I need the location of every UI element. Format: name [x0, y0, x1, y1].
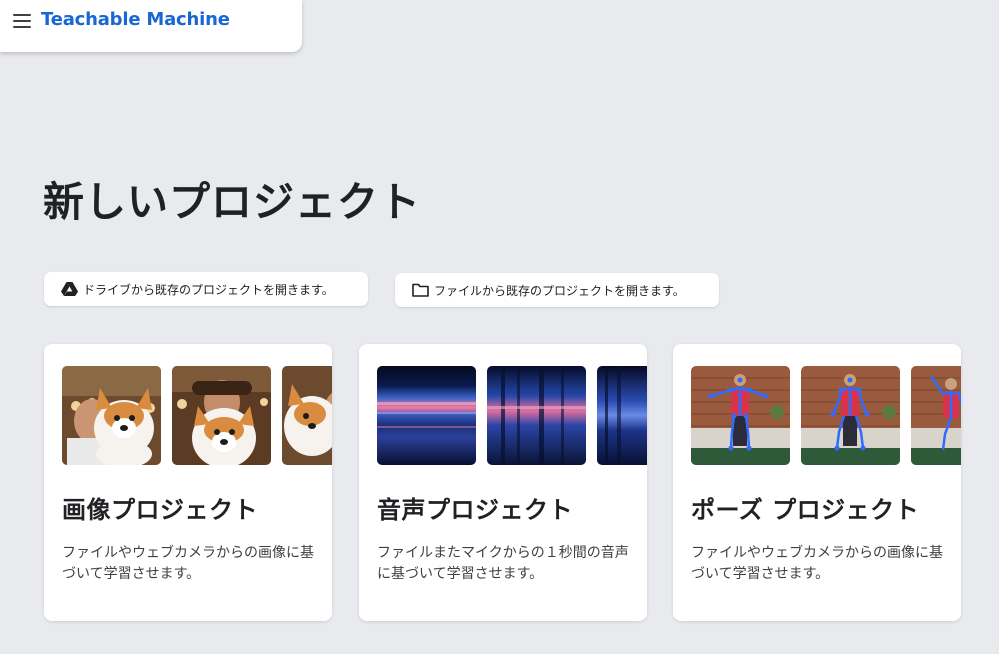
pose-sample-thumbnail: [801, 366, 900, 465]
google-drive-icon: [61, 282, 78, 296]
open-from-file-button[interactable]: ファイルから既存のプロジェクトを開きます。: [395, 273, 719, 307]
app-header: Teachable Machine: [0, 0, 302, 52]
audio-project-title: 音声プロジェクト: [377, 496, 573, 524]
audio-project-description: ファイルまたマイクからの１秒間の音声に基づいて学習させます。: [377, 545, 629, 582]
image-sample-thumbnail: [172, 366, 271, 465]
image-project-thumbnails: [62, 366, 332, 465]
hamburger-menu-icon[interactable]: [13, 14, 31, 28]
pose-sample-thumbnail: [911, 366, 961, 465]
pose-project-title: ポーズ プロジェクト: [691, 496, 920, 524]
spectrogram-thumbnail: [487, 366, 586, 465]
open-from-drive-label: ドライブから既存のプロジェクトを開きます。: [83, 282, 334, 297]
folder-icon: [412, 283, 429, 297]
new-project-page: Teachable Machine 新しいプロジェクト ドライブから既存のプロジ…: [0, 0, 999, 654]
spectrogram-thumbnail: [377, 366, 476, 465]
pose-project-thumbnails: [691, 366, 961, 465]
open-from-drive-button[interactable]: ドライブから既存のプロジェクトを開きます。: [44, 272, 368, 306]
pose-project-description: ファイルやウェブカメラからの画像に基づいて学習させます。: [691, 545, 943, 582]
spectrogram-thumbnail: [597, 366, 647, 465]
image-project-title: 画像プロジェクト: [62, 496, 258, 524]
pose-project-card[interactable]: ポーズ プロジェクト ファイルやウェブカメラからの画像に基づいて学習させます。: [673, 344, 961, 621]
open-from-file-label: ファイルから既存のプロジェクトを開きます。: [434, 283, 685, 298]
image-project-card[interactable]: 画像プロジェクト ファイルやウェブカメラからの画像に基づいて学習させます。: [44, 344, 332, 621]
image-project-description: ファイルやウェブカメラからの画像に基づいて学習させます。: [62, 545, 314, 582]
image-sample-thumbnail: [62, 366, 161, 465]
audio-project-card[interactable]: 音声プロジェクト ファイルまたマイクからの１秒間の音声に基づいて学習させます。: [359, 344, 647, 621]
pose-sample-thumbnail: [691, 366, 790, 465]
page-title: 新しいプロジェクト: [43, 178, 421, 226]
audio-project-thumbnails: [377, 366, 647, 465]
app-brand[interactable]: Teachable Machine: [41, 9, 230, 30]
image-sample-thumbnail: [282, 366, 332, 465]
